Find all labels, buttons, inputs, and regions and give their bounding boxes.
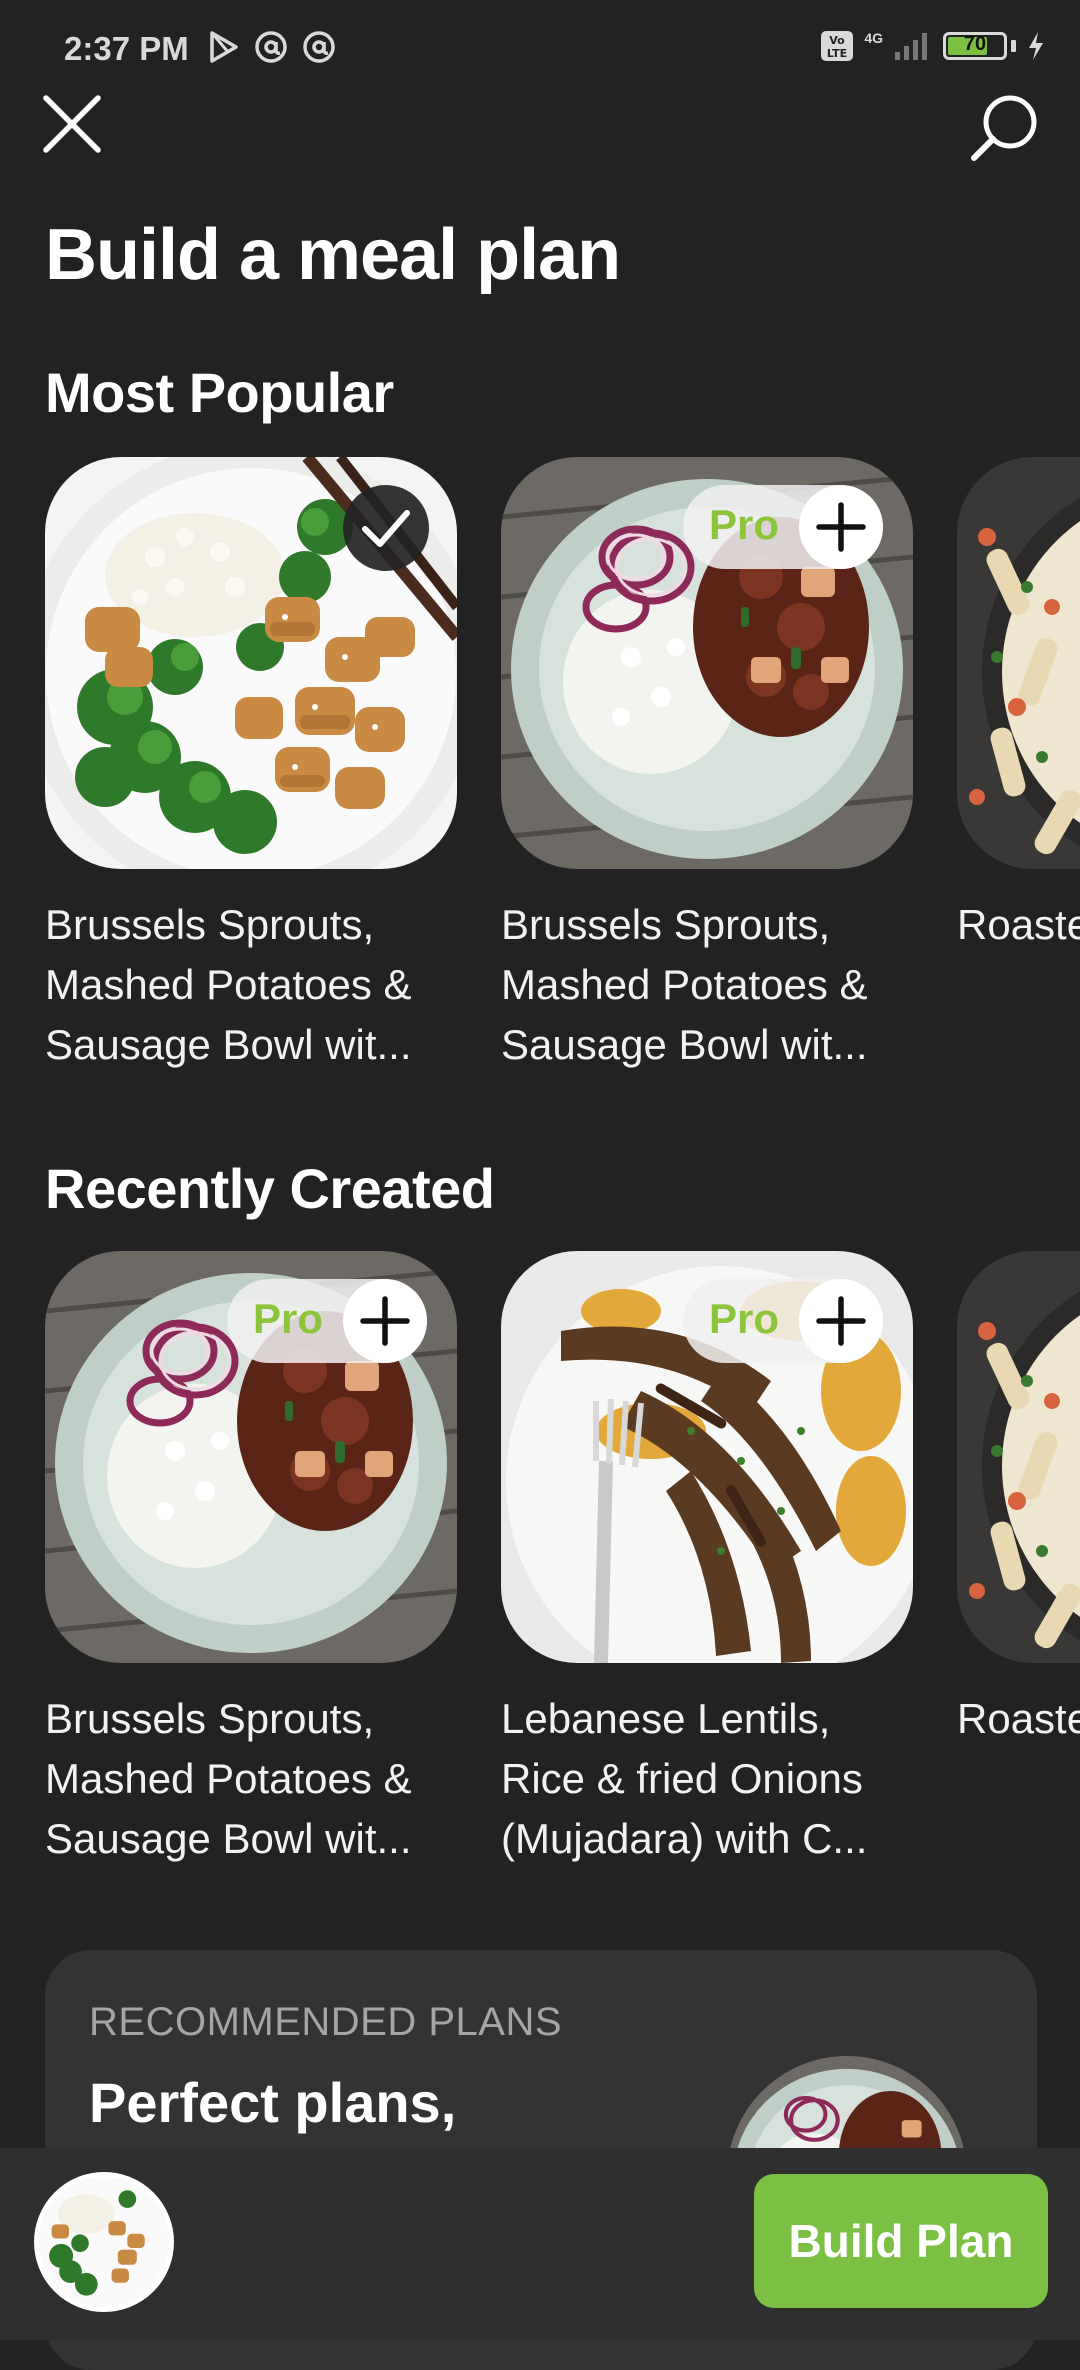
build-plan-button[interactable]: Build Plan	[754, 2174, 1048, 2308]
selected-meal-avatar[interactable]	[34, 2172, 174, 2312]
check-icon	[362, 510, 410, 547]
meal-title[interactable]: Brussels Sprouts, Mashed Potatoes & Saus…	[45, 1689, 457, 1869]
recommended-label: RECOMMENDED PLANS	[89, 2000, 563, 2044]
page-title: Build a meal plan	[45, 215, 621, 295]
meal-title[interactable]: Lebanese Lentils, Rice & fried Onions (M…	[501, 1689, 913, 1869]
meal-title[interactable]: Brussels Sprouts, Mashed Potatoes & Saus…	[501, 895, 913, 1075]
plus-icon	[360, 1296, 410, 1346]
top-bar	[0, 92, 1080, 162]
pro-label: Pro	[709, 501, 780, 548]
meal-image-creamy-pasta[interactable]	[957, 1251, 1080, 1663]
meal-title[interactable]: Roaste & Blac Burrito	[957, 895, 1080, 1075]
status-system-icons: Vo LTE 4G 70	[820, 30, 1046, 62]
status-bar: 2:37 PM Vo LTE 4G 70	[0, 0, 1080, 96]
add-button[interactable]	[343, 1279, 427, 1363]
selected-check-button[interactable]	[343, 485, 429, 571]
meal-image-steak-potatoes[interactable]: Pro	[501, 1251, 913, 1663]
svg-text:LTE: LTE	[827, 47, 847, 60]
meal-card[interactable]: Roaste & Blac Burrito	[957, 457, 1080, 1075]
plus-icon	[816, 502, 866, 552]
pro-badge[interactable]: Pro	[683, 485, 883, 569]
section-title-recently-created: Recently Created	[45, 1157, 495, 1220]
meal-title[interactable]: Brussels Sprouts, Mashed Potatoes & Saus…	[45, 895, 457, 1075]
pro-badge[interactable]: Pro	[227, 1279, 427, 1363]
recommended-title: Perfect plans,	[89, 2071, 457, 2134]
meal-card[interactable]: Roaste & Blac Burrito	[957, 1251, 1080, 1869]
svg-text:Vo: Vo	[830, 34, 846, 47]
meal-image-creamy-pasta[interactable]	[957, 457, 1080, 869]
battery-icon: 70	[943, 32, 1007, 60]
meal-image-chicken-broccoli-bowl[interactable]	[45, 457, 457, 869]
meal-card[interactable]: Pro Brussels Sprouts, Mashed Potatoes & …	[45, 1251, 457, 1869]
search-icon[interactable]	[968, 92, 1040, 164]
meal-card[interactable]: Brussels Sprouts, Mashed Potatoes & Saus…	[45, 457, 457, 1075]
charging-icon	[1029, 32, 1043, 60]
close-icon[interactable]	[40, 92, 104, 156]
at-icon	[303, 31, 335, 63]
pro-label: Pro	[253, 1295, 324, 1342]
battery-cap	[1011, 40, 1016, 52]
meal-title[interactable]: Roaste & Blac Burrito	[957, 1689, 1080, 1869]
meal-image-rice-stew-plate[interactable]: Pro	[45, 1251, 457, 1663]
add-button[interactable]	[799, 485, 883, 569]
meal-card[interactable]: Pro Brussels Sprouts, Mashed Potatoes & …	[501, 457, 913, 1075]
most-popular-row[interactable]: Brussels Sprouts, Mashed Potatoes & Saus…	[45, 457, 1080, 1097]
pro-label: Pro	[709, 1295, 780, 1342]
section-title-most-popular: Most Popular	[45, 361, 394, 424]
play-store-icon	[210, 31, 238, 63]
add-button[interactable]	[799, 1279, 883, 1363]
status-time: 2:37 PM	[64, 30, 189, 67]
plus-icon	[816, 1296, 866, 1346]
bottom-bar: Build Plan	[0, 2148, 1080, 2340]
meal-image-rice-stew-plate[interactable]: Pro	[501, 457, 913, 869]
battery-level: 70	[963, 33, 987, 55]
at-icon	[255, 31, 287, 63]
pro-badge[interactable]: Pro	[683, 1279, 883, 1363]
signal-icon	[895, 33, 927, 60]
status-notification-icons	[208, 30, 336, 64]
meal-card[interactable]: Pro Lebanese Lentils, Rice & fried Onion…	[501, 1251, 913, 1869]
network-type: 4G	[864, 30, 883, 46]
recently-created-row[interactable]: Pro Brussels Sprouts, Mashed Potatoes & …	[45, 1251, 1080, 1891]
volte-icon: VoLTE	[821, 31, 854, 61]
